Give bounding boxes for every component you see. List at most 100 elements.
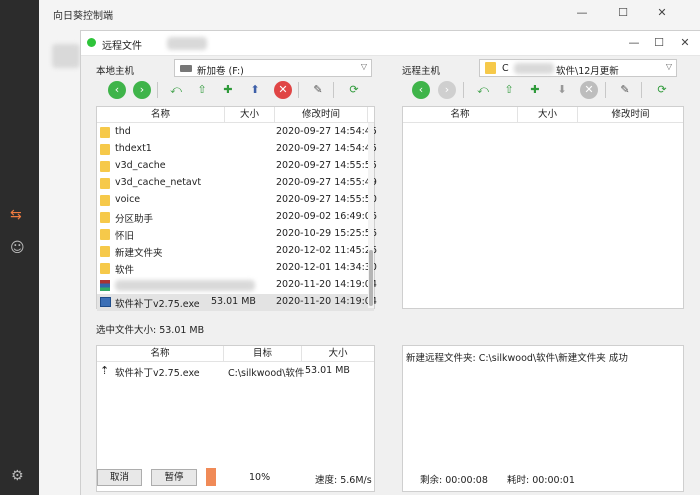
upload-arrow-icon: ⇡ [100, 364, 110, 377]
column-name[interactable]: 名称 [97, 107, 225, 123]
remote-refresh-icon[interactable]: ⤺ [474, 81, 492, 99]
file-row[interactable]: 2020-11-20 14:19:04 [97, 277, 377, 294]
dialog-title: 远程文件 [102, 41, 142, 52]
dialog-minimize-button[interactable]: — [627, 36, 641, 50]
folder-icon [100, 144, 110, 155]
cancel-button[interactable]: 取消 [97, 469, 142, 486]
column-size[interactable]: 大小 [518, 107, 578, 123]
remote-back-icon[interactable]: ‹ [412, 81, 430, 99]
remote-delete-icon[interactable]: ✕ [580, 81, 598, 99]
progress-percent: 10% [249, 472, 271, 483]
blurred-avatar [52, 44, 80, 68]
dialog-titlebar: 远程文件 — ☐ ✕ [81, 31, 700, 56]
column-size[interactable]: 大小 [225, 107, 275, 123]
toolbar-separator [641, 82, 642, 98]
toolbar-separator [333, 82, 334, 98]
toolbar-separator [298, 82, 299, 98]
dialog-maximize-button[interactable]: ☐ [652, 36, 666, 50]
download-icon[interactable]: ⬇ [553, 81, 571, 99]
chevron-down-icon: ▽ [665, 62, 672, 71]
forward-icon[interactable]: › [133, 81, 151, 99]
local-file-list[interactable]: 名称 大小 修改时间 thd 2020-09-27 14:54:45 thdext1… [96, 106, 377, 311]
dialog-close-button[interactable]: ✕ [678, 36, 692, 50]
file-row[interactable]: 怀旧 2020-10-29 15:25:56 [97, 226, 377, 243]
file-modified: 2020-09-02 16:49:06 [276, 211, 377, 222]
column-target[interactable]: 目标 [224, 346, 302, 362]
file-name: voice [115, 194, 141, 205]
local-host-label: 本地主机 [96, 66, 135, 77]
settings-icon[interactable]: ⚙ [11, 468, 29, 486]
remote-file-list[interactable]: 名称 大小 修改时间 [402, 106, 684, 309]
local-scrollbar[interactable] [368, 123, 374, 308]
host-minimize-button[interactable]: — [575, 6, 589, 20]
remote-parent-folder-icon[interactable]: ⇧ [500, 81, 518, 99]
folder-icon [485, 62, 496, 74]
remote-list-header: 名称 大小 修改时间 [403, 107, 683, 123]
folder-icon [100, 212, 110, 223]
file-name: v3d_cache_netavt [115, 177, 202, 188]
blurred-host-name [167, 37, 207, 50]
transfer-item[interactable]: ⇡ 软件补丁v2.75.exe C:\silkwood\软件 53.01 MB [97, 363, 374, 380]
column-name[interactable]: 名称 [403, 107, 518, 123]
remote-rename-icon[interactable]: ✎ [616, 81, 634, 99]
log-panel: 新建远程文件夹: C:\silkwood\软件\新建文件夹 成功 [402, 345, 684, 492]
local-drive-value: 新加卷 (F:) [197, 66, 244, 77]
pause-button[interactable]: 暂停 [151, 469, 197, 486]
remote-new-folder-icon[interactable]: ✚ [526, 81, 544, 99]
column-name[interactable]: 名称 [97, 346, 224, 362]
transfer-item-target: C:\silkwood\软件 [228, 368, 305, 379]
file-name: 软件补丁v2.75.exe [115, 299, 200, 310]
file-row[interactable]: 软件补丁v2.75.exe 53.01 MB 2020-11-20 14:19:04 [97, 294, 377, 311]
time-remaining: 剩余: 00:00:08 [420, 475, 488, 486]
parent-folder-icon[interactable]: ⇧ [193, 81, 211, 99]
remote-forward-icon[interactable]: › [438, 81, 456, 99]
folder-icon [100, 263, 110, 274]
file-row[interactable]: voice 2020-09-27 14:55:50 [97, 192, 377, 209]
file-modified: 2020-11-20 14:19:04 [276, 296, 377, 307]
file-name: 软件 [115, 265, 135, 276]
file-name: 新建文件夹 [115, 248, 163, 259]
file-row[interactable]: 新建文件夹 2020-12-02 11:45:26 [97, 243, 377, 260]
folder-icon [100, 195, 110, 206]
remote-host-label: 远程主机 [402, 66, 441, 77]
rename-icon[interactable]: ✎ [309, 81, 327, 99]
file-row[interactable]: thdext1 2020-09-27 14:54:45 [97, 141, 377, 158]
remote-path-select[interactable]: C 软件\12月更新 ▽ [479, 59, 677, 77]
remote-path-prefix: C [502, 63, 509, 74]
file-size: 53.01 MB [211, 296, 256, 307]
transfer-header: 名称 目标 大小 [97, 346, 374, 362]
scrollbar-thumb[interactable] [369, 250, 373, 306]
local-drive-select[interactable]: 新加卷 (F:) ▽ [174, 59, 372, 77]
time-elapsed: 耗时: 00:00:01 [507, 475, 575, 486]
host-maximize-button[interactable]: ☐ [616, 6, 630, 20]
file-modified: 2020-09-27 14:54:45 [276, 126, 377, 137]
file-name: 怀旧 [115, 231, 135, 242]
blurred-path-segment [514, 63, 554, 74]
column-size[interactable]: 大小 [302, 346, 374, 362]
file-row[interactable]: v3d_cache 2020-09-27 14:55:55 [97, 158, 377, 175]
transfer-icon[interactable]: ⇆ [10, 208, 30, 222]
file-row[interactable]: thd 2020-09-27 14:54:45 [97, 124, 377, 141]
sync-icon[interactable]: ⟳ [345, 81, 363, 99]
archive-icon [100, 280, 110, 291]
file-row[interactable]: v3d_cache_netavt 2020-09-27 14:55:49 [97, 175, 377, 192]
back-icon[interactable]: ‹ [108, 81, 126, 99]
selected-size-label: 选中文件大小: 53.01 MB [96, 325, 205, 336]
upload-icon[interactable]: ⬆ [246, 81, 264, 99]
remote-path-suffix: 软件\12月更新 [556, 66, 619, 77]
file-row[interactable]: 分区助手 2020-09-02 16:49:06 [97, 209, 377, 226]
host-close-button[interactable]: ✕ [655, 6, 669, 20]
toolbar-separator [157, 82, 158, 98]
remote-sync-icon[interactable]: ⟳ [653, 81, 671, 99]
delete-icon[interactable]: ✕ [274, 81, 292, 99]
left-rail: ⇆ ☺ ⚙ [0, 0, 39, 495]
new-folder-icon[interactable]: ✚ [219, 81, 237, 99]
column-modified[interactable]: 修改时间 [275, 107, 368, 123]
file-modified: 2020-10-29 15:25:56 [276, 228, 377, 239]
folder-icon [100, 246, 110, 257]
column-modified[interactable]: 修改时间 [578, 107, 683, 123]
toolbar-separator [463, 82, 464, 98]
refresh-icon[interactable]: ⤺ [167, 81, 185, 99]
file-row[interactable]: 软件 2020-12-01 14:34:30 [97, 260, 377, 277]
user-star-icon[interactable]: ☺ [10, 240, 30, 258]
